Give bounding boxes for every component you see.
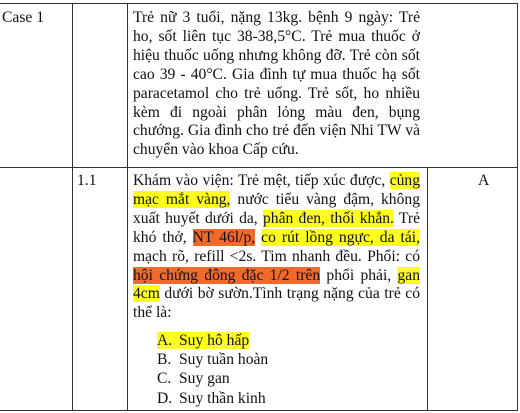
highlighted-finding: hội chứng đông đặc 1/2 trên — [133, 266, 321, 284]
option-letter: B. — [157, 351, 172, 369]
option-text: Suy hô hấp — [179, 332, 250, 349]
question-table: Case 1 Trẻ nữ 3 tuổi, nặng 13kg. bệnh 9 … — [0, 0, 520, 413]
table-col-divider-2 — [127, 3, 128, 411]
option-text: Suy gan — [179, 370, 230, 388]
table-rule-middle — [0, 167, 518, 168]
option-letter: A. — [157, 332, 173, 349]
option-letter: D. — [157, 389, 173, 407]
table-col-divider-3 — [427, 167, 428, 411]
stem-text: phổi phải, — [320, 266, 398, 284]
answer-key: A — [478, 172, 490, 189]
option-a: A. Suy hô hấp — [157, 331, 268, 350]
option-d: D. Suy thần kinh — [157, 389, 268, 408]
option-c: C. Suy gan — [157, 369, 268, 388]
table-col-divider-1 — [72, 3, 73, 411]
option-b: B. Suy tuần hoàn — [157, 350, 268, 369]
option-body: A. Suy hô hấp — [157, 332, 250, 349]
answer-options: A. Suy hô hấp B. Suy tuần hoàn C. Suy gan D. Su… — [157, 331, 268, 408]
stem-text: dưới bờ sườn.Tình trạng nặng của trẻ có … — [133, 285, 420, 322]
option-text: Suy tuần hoàn — [179, 351, 269, 369]
stem-text: Khám vào viện: Trẻ mệt, tiếp xúc được, — [133, 172, 390, 189]
question-number: 1.1 — [77, 172, 97, 189]
case-label: Case 1 — [2, 9, 45, 26]
question-stem: Khám vào viện: Trẻ mệt, tiếp xúc được, c… — [133, 172, 421, 323]
table-rule-top — [0, 3, 518, 4]
table-rule-bottom — [0, 410, 518, 411]
option-text: Suy thần kinh — [179, 389, 266, 407]
highlighted-finding: NT 46l/p, — [192, 228, 256, 246]
stem-text: mạch rõ, refill <2s. Tim nhanh đều. Phổi… — [133, 247, 420, 265]
highlighted-finding: co rút lồng ngực, da tái, — [261, 228, 421, 246]
option-body: D. Suy thần kinh — [157, 390, 266, 407]
table-right-edge — [517, 3, 518, 411]
option-body: B. Suy tuần hoàn — [157, 351, 268, 368]
option-letter: C. — [157, 370, 172, 388]
option-body: C. Suy gan — [157, 370, 230, 387]
case-description: Trẻ nữ 3 tuổi, nặng 13kg. bệnh 9 ngày: T… — [133, 9, 420, 159]
highlighted-finding: phân đen, thối khắn. — [262, 209, 394, 227]
